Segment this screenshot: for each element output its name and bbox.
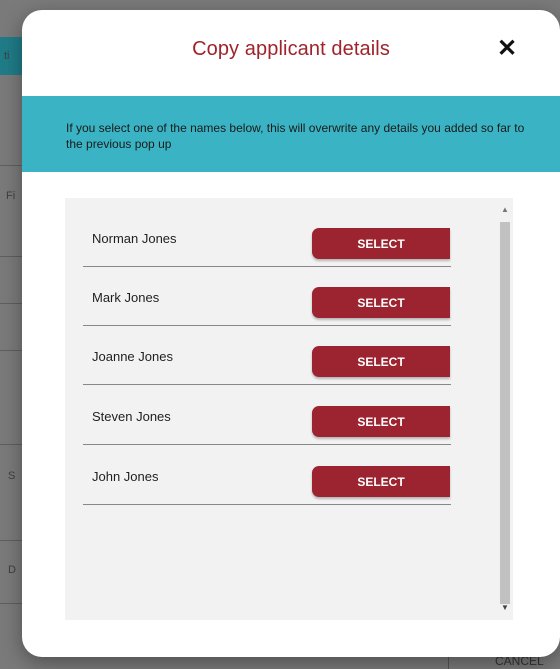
close-icon[interactable]: ✕ <box>494 36 520 62</box>
info-banner: If you select one of the names below, th… <box>22 96 560 172</box>
applicant-name: John Jones <box>92 469 159 484</box>
select-button[interactable]: SELECT <box>312 346 450 377</box>
modal-title: Copy applicant details <box>192 38 390 60</box>
info-message: If you select one of the names below, th… <box>66 121 525 151</box>
select-button[interactable]: SELECT <box>312 287 450 318</box>
list-item: Steven Jones SELECT <box>83 386 451 445</box>
scrollbar-thumb[interactable] <box>500 222 510 604</box>
scroll-down-icon[interactable]: ▼ <box>500 602 510 614</box>
select-button[interactable]: SELECT <box>312 406 450 437</box>
row-divider <box>83 444 451 445</box>
list-item: Joanne Jones SELECT <box>83 326 451 385</box>
row-divider <box>83 504 451 505</box>
background-text-fragment: D <box>8 564 16 576</box>
background-text-fragment: Fi <box>6 190 16 202</box>
list-item: Mark Jones SELECT <box>83 267 451 326</box>
background-text-fragment: S <box>8 470 16 482</box>
applicant-name: Norman Jones <box>92 231 177 246</box>
applicant-name: Mark Jones <box>92 290 160 305</box>
scrollbar[interactable]: ▲ ▼ <box>498 202 510 616</box>
applicant-name: Joanne Jones <box>92 349 173 364</box>
background-text-fragment: ti <box>4 50 10 62</box>
list-item: John Jones SELECT <box>83 446 451 505</box>
select-button[interactable]: SELECT <box>312 466 450 497</box>
row-divider <box>83 384 451 385</box>
scroll-up-icon[interactable]: ▲ <box>500 204 510 216</box>
select-button[interactable]: SELECT <box>312 228 450 259</box>
list-item: Norman Jones SELECT <box>83 208 451 267</box>
applicant-list: Norman Jones SELECT Mark Jones SELECT Jo… <box>65 198 513 620</box>
applicant-name: Steven Jones <box>92 409 171 424</box>
copy-applicant-modal: Copy applicant details ✕ If you select o… <box>22 10 560 657</box>
